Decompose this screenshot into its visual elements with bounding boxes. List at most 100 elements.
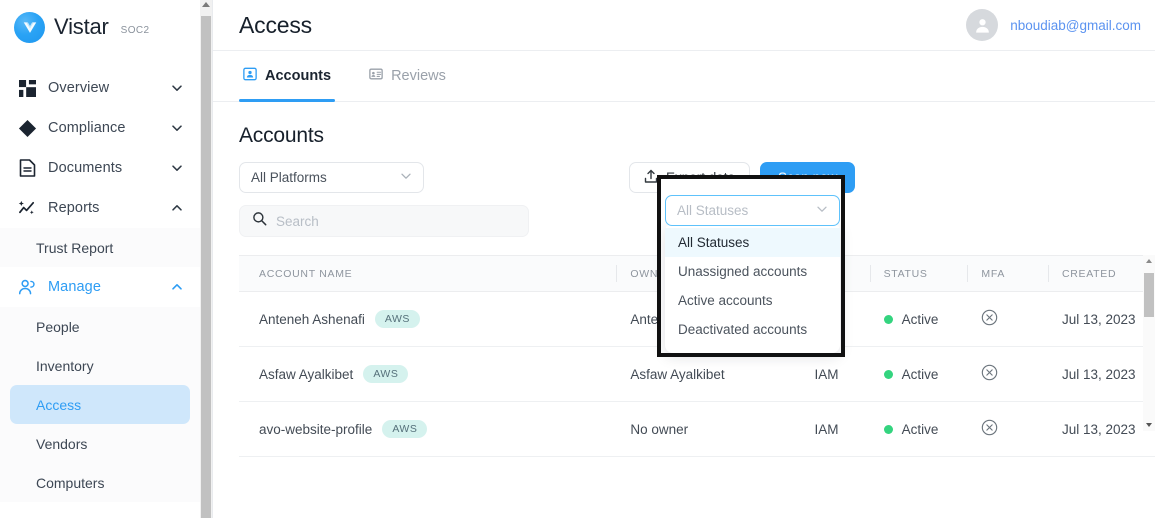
- dropdown-option-all-statuses[interactable]: All Statuses: [665, 228, 840, 257]
- cell-status: Active: [883, 346, 982, 402]
- accounts-icon: [243, 67, 257, 85]
- cell-created: Jul 13, 2023: [1061, 291, 1155, 347]
- scrollbar-thumb[interactable]: [1144, 273, 1154, 317]
- scroll-down-arrow-icon[interactable]: [1146, 423, 1152, 427]
- app-root: Vistar SOC2 Overview Compliance Document…: [0, 0, 1155, 518]
- chevron-up-icon[interactable]: [170, 280, 184, 294]
- search-input[interactable]: [276, 213, 516, 229]
- sidebar-item-inventory[interactable]: Inventory: [0, 346, 200, 385]
- tab-accounts[interactable]: Accounts: [239, 51, 336, 102]
- cell-mfa: [981, 401, 1062, 457]
- sidebar-item-label: Overview: [48, 80, 110, 96]
- sidebar-item-label: Reports: [48, 200, 100, 216]
- cell-account-name: Asfaw Ayalkibet AWS: [239, 346, 631, 402]
- account-name-text: avo-website-profile: [259, 421, 373, 437]
- platform-badge: AWS: [382, 420, 428, 438]
- sidebar-sub-label: People: [36, 318, 80, 335]
- account-name-text: Asfaw Ayalkibet: [259, 366, 354, 382]
- manage-subnav: People Inventory Access Vendors Computer…: [0, 307, 200, 502]
- people-icon: [16, 276, 38, 298]
- sidebar-sub-label: Inventory: [36, 357, 94, 374]
- platform-badge: AWS: [374, 310, 420, 328]
- sidebar-item-trust-report[interactable]: Trust Report: [0, 228, 200, 267]
- status-text: Active: [901, 366, 939, 382]
- column-created[interactable]: CREATED: [1047, 255, 1155, 292]
- cell-mfa: [981, 291, 1062, 347]
- tab-reviews[interactable]: Reviews: [365, 51, 450, 101]
- status-filter-value: All Statuses: [677, 203, 749, 218]
- chevron-down-icon: [400, 170, 412, 185]
- table-row[interactable]: avo-website-profile AWS No owner IAM Act…: [239, 401, 1155, 457]
- sidebar-item-documents[interactable]: Documents: [0, 148, 200, 188]
- chevron-down-icon[interactable]: [170, 121, 184, 135]
- status-filter-select[interactable]: All Statuses: [665, 195, 840, 226]
- chevron-down-icon[interactable]: [170, 161, 184, 175]
- cell-account-name: avo-website-profile AWS: [239, 401, 631, 457]
- sidebar-sub-label: Computers: [36, 474, 105, 491]
- sidebar-item-label: Compliance: [48, 120, 126, 136]
- sidebar-item-reports[interactable]: Reports: [0, 188, 200, 228]
- sidebar-item-label: Documents: [48, 160, 123, 176]
- search-icon: [252, 211, 267, 231]
- chevron-up-icon[interactable]: [170, 201, 184, 215]
- reviews-icon: [369, 67, 383, 85]
- document-icon: [16, 157, 38, 179]
- sidebar-item-compliance[interactable]: Compliance: [0, 108, 200, 148]
- sidebar-item-overview[interactable]: Overview: [0, 68, 200, 108]
- sidebar-item-manage[interactable]: Manage: [0, 267, 200, 307]
- platform-badge: AWS: [363, 365, 409, 383]
- sidebar-sub-label: Access: [36, 396, 82, 413]
- search-box[interactable]: [239, 205, 529, 237]
- sidebar-item-computers[interactable]: Computers: [0, 463, 200, 502]
- dropdown-option-label: All Statuses: [678, 235, 750, 250]
- tab-label: Accounts: [265, 68, 332, 84]
- chevron-down-icon[interactable]: [170, 81, 184, 95]
- brand[interactable]: Vistar SOC2: [0, 0, 200, 54]
- user-menu[interactable]: nboudiab@gmail.com: [966, 9, 1141, 41]
- status-dot: [883, 314, 893, 324]
- scrollbar-thumb[interactable]: [201, 16, 211, 518]
- platform-filter-value: All Platforms: [251, 170, 327, 185]
- top-bar: Access nboudiab@gmail.com: [213, 0, 1155, 51]
- column-mfa[interactable]: MFA: [967, 255, 1062, 292]
- column-account-name[interactable]: ACCOUNT NAME: [239, 255, 631, 292]
- sidebar-item-vendors[interactable]: Vendors: [0, 424, 200, 463]
- dropdown-option-deactivated-accounts[interactable]: Deactivated accounts: [665, 315, 840, 344]
- account-name-text: Anteneh Ashenafi: [259, 311, 365, 327]
- cell-status: Active: [883, 291, 982, 347]
- platform-filter-select[interactable]: All Platforms: [239, 162, 424, 193]
- sidebar: Vistar SOC2 Overview Compliance Document…: [0, 0, 212, 518]
- tab-label: Reviews: [391, 68, 446, 84]
- dropdown-option-label: Active accounts: [678, 293, 773, 308]
- status-dot: [883, 424, 893, 434]
- user-email[interactable]: nboudiab@gmail.com: [1010, 18, 1141, 33]
- scroll-up-arrow-icon[interactable]: [1146, 259, 1152, 263]
- cell-account-name: Anteneh Ashenafi AWS: [239, 291, 631, 347]
- cell-type: IAM: [814, 401, 884, 457]
- status-dropdown-menu: All Statuses Unassigned accounts Active …: [665, 223, 840, 353]
- dropdown-option-active-accounts[interactable]: Active accounts: [665, 286, 840, 315]
- tab-bar: Accounts Reviews: [213, 51, 1155, 102]
- grid-icon: [16, 77, 38, 99]
- circle-x-icon: [981, 419, 998, 439]
- user-avatar-icon: [966, 9, 999, 41]
- cell-created: Jul 13, 2023: [1061, 401, 1155, 457]
- status-text: Active: [901, 311, 939, 327]
- sidebar-item-people[interactable]: People: [0, 307, 200, 346]
- vistar-logo-icon: [14, 11, 45, 43]
- dropdown-option-label: Unassigned accounts: [678, 264, 808, 279]
- cell-owner: No owner: [630, 401, 815, 457]
- circle-x-icon: [981, 309, 998, 329]
- sidebar-item-access[interactable]: Access: [10, 385, 190, 424]
- scroll-up-arrow-icon[interactable]: [202, 2, 210, 7]
- sidebar-item-label: Manage: [48, 279, 101, 295]
- sidebar-sub-label: Trust Report: [36, 239, 114, 256]
- table-scrollbar[interactable]: [1143, 255, 1155, 431]
- status-text: Active: [901, 421, 939, 437]
- brand-name: Vistar: [54, 14, 109, 39]
- sidebar-scrollbar[interactable]: [200, 0, 212, 518]
- main-content: Access nboudiab@gmail.com Accounts Revie…: [212, 0, 1155, 518]
- cell-status: Active: [883, 401, 982, 457]
- status-dot: [883, 369, 893, 379]
- dropdown-option-unassigned-accounts[interactable]: Unassigned accounts: [665, 257, 840, 286]
